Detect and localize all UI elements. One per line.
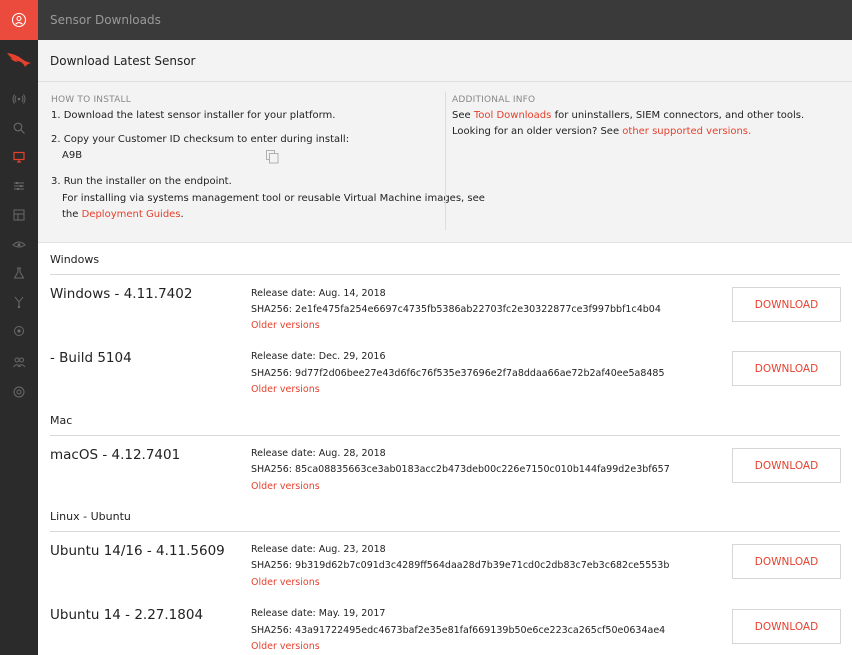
sidebar-item-support[interactable] xyxy=(0,377,38,407)
sliders-icon xyxy=(14,182,24,190)
sidebar-item-users[interactable] xyxy=(0,347,38,377)
download-button[interactable]: DOWNLOAD xyxy=(732,448,841,483)
text-the: the xyxy=(62,209,79,220)
lifebuoy-icon xyxy=(13,386,25,398)
additional-info-line-1: See Tool Downloads for uninstallers, SIE… xyxy=(452,110,804,121)
group-divider xyxy=(50,435,840,436)
group-title-linux-ubuntu: Linux - Ubuntu xyxy=(50,510,131,523)
older-versions-link[interactable]: Older versions xyxy=(251,320,320,331)
sidebar-item-activity[interactable] xyxy=(0,84,38,114)
text-older-version: Looking for an older version? See xyxy=(452,126,620,137)
older-versions-link[interactable]: Older versions xyxy=(251,481,320,492)
older-versions-link[interactable]: Older versions xyxy=(251,641,320,652)
older-versions-link[interactable]: Older versions xyxy=(251,577,320,588)
additional-info-line-2: Looking for an older version? See other … xyxy=(452,126,751,137)
release-date: Release date: May. 19, 2017 xyxy=(251,608,386,619)
search-icon xyxy=(13,122,25,134)
text-tool-downloads-desc: for uninstallers, SIEM connectors, and o… xyxy=(554,110,805,121)
older-versions-link[interactable]: Older versions xyxy=(251,384,320,395)
download-button[interactable]: DOWNLOAD xyxy=(732,351,841,386)
target-icon xyxy=(14,326,24,336)
sidebar-item-dashboards[interactable] xyxy=(0,200,38,230)
group-divider xyxy=(50,531,840,532)
falcon-logo-icon xyxy=(7,53,31,67)
deployment-guides-link[interactable]: Deployment Guides xyxy=(82,209,181,220)
sha256-checksum: SHA256: 85ca08835663ce3ab0183acc2b473deb… xyxy=(251,464,670,475)
sidebar-item-discover[interactable] xyxy=(0,316,38,346)
broadcast-icon xyxy=(12,94,26,104)
sidebar-item-investigate[interactable] xyxy=(0,113,38,143)
panel-title: Download Latest Sensor xyxy=(50,54,196,68)
sidebar-item-configuration[interactable] xyxy=(0,171,38,201)
sha256-checksum: SHA256: 2e1fe475fa254e6697c4735fb5386ab2… xyxy=(251,304,661,315)
branch-icon xyxy=(14,296,24,309)
group-title-windows: Windows xyxy=(50,253,100,266)
additional-info-label: ADDITIONAL INFO xyxy=(452,95,536,105)
sidebar-item-lab[interactable] xyxy=(0,258,38,288)
dashboard-icon xyxy=(13,209,25,221)
user-circle-icon xyxy=(11,12,27,28)
release-date: Release date: Aug. 23, 2018 xyxy=(251,544,386,555)
eye-icon xyxy=(12,241,26,248)
sensor-version-name: - Build 5104 xyxy=(50,350,132,366)
group-divider xyxy=(50,274,840,275)
release-date: Release date: Aug. 28, 2018 xyxy=(251,448,386,459)
sensor-version-name: macOS - 4.12.7401 xyxy=(50,447,181,463)
tool-downloads-link[interactable]: Tool Downloads xyxy=(474,110,552,121)
other-supported-versions-link[interactable]: other supported versions xyxy=(622,126,748,137)
top-bar: Sensor Downloads xyxy=(38,0,852,40)
text-period-2: . xyxy=(748,126,752,137)
monitor-icon xyxy=(13,151,25,163)
install-step-3-detail: For installing via systems management to… xyxy=(62,193,485,204)
flask-icon xyxy=(13,267,25,279)
sidebar-item-workflows[interactable] xyxy=(0,287,38,317)
sidebar xyxy=(0,0,38,655)
install-step-2: 2. Copy your Customer ID checksum to ent… xyxy=(51,134,350,145)
sha256-checksum: SHA256: 43a91722495edc4673baf2e35e81faf6… xyxy=(251,625,666,636)
download-button[interactable]: DOWNLOAD xyxy=(732,609,841,644)
column-divider xyxy=(445,92,446,230)
install-step-3: 3. Run the installer on the endpoint. xyxy=(51,176,232,187)
release-date: Release date: Aug. 14, 2018 xyxy=(251,288,386,299)
sensor-version-name: Windows - 4.11.7402 xyxy=(50,286,193,302)
sha256-checksum: SHA256: 9b319d62b7c091d3c4289ff564daa28d… xyxy=(251,560,670,571)
users-icon xyxy=(13,357,26,368)
sidebar-item-hosts[interactable] xyxy=(0,142,38,172)
user-account-button[interactable] xyxy=(0,0,38,40)
customer-id-value: A9B xyxy=(62,150,83,161)
sensor-version-name: Ubuntu 14 - 2.27.1804 xyxy=(50,607,204,623)
falcon-logo[interactable] xyxy=(0,40,38,80)
sha256-checksum: SHA256: 9d77f2d06bee27e43d6f6c76f535e376… xyxy=(251,368,665,379)
copy-icon[interactable] xyxy=(266,150,279,164)
download-latest-sensor-panel: Download Latest Sensor HOW TO INSTALL 1.… xyxy=(38,40,852,243)
text-see: See xyxy=(452,110,471,121)
install-step-1: 1. Download the latest sensor installer … xyxy=(51,110,336,121)
page-title: Sensor Downloads xyxy=(50,13,161,27)
download-button[interactable]: DOWNLOAD xyxy=(732,287,841,322)
text-period: . xyxy=(180,209,184,220)
release-date: Release date: Dec. 29, 2016 xyxy=(251,351,386,362)
sidebar-item-intelligence[interactable] xyxy=(0,229,38,259)
panel-divider xyxy=(38,81,852,82)
sensor-version-name: Ubuntu 14/16 - 4.11.5609 xyxy=(50,543,225,559)
how-to-install-label: HOW TO INSTALL xyxy=(51,95,131,105)
download-button[interactable]: DOWNLOAD xyxy=(732,544,841,579)
install-step-3-guides-line: the Deployment Guides. xyxy=(62,209,184,220)
group-title-mac: Mac xyxy=(50,414,73,427)
